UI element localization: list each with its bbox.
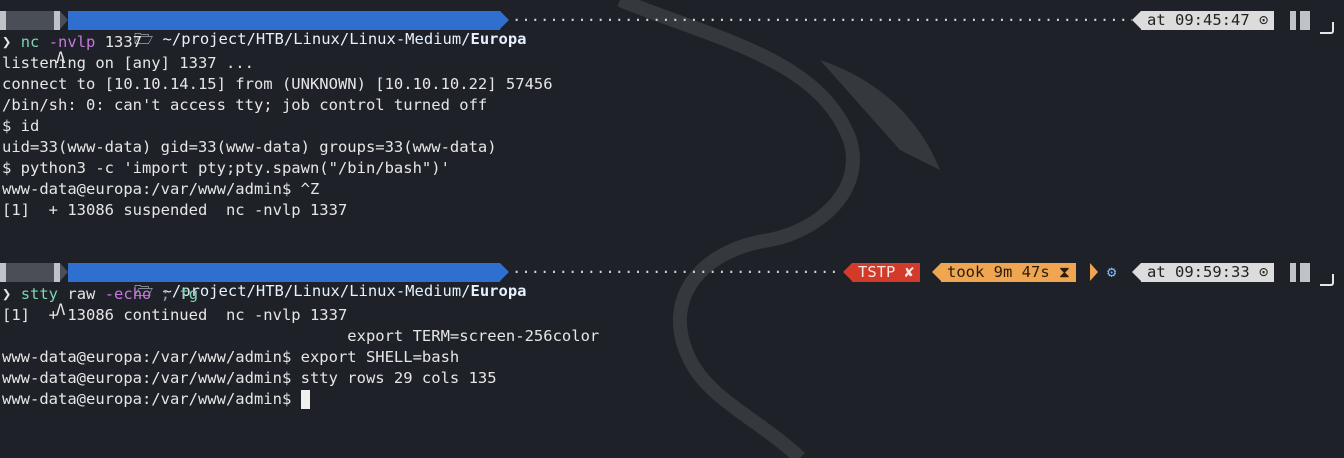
output-line: [1] + 13086 continued nc -nvlp 1337 [2,306,348,324]
exit-status-segment: TSTP ✘ [852,263,920,282]
time-segment: at 09:59:33 ⊙ [1141,263,1275,282]
output-line: listening on [any] 1337 ... [2,54,254,72]
active-input-line[interactable]: www-data@europa:/var/www/admin$ [2,389,310,410]
directory-current: Europa [470,282,527,300]
kali-dragon-watermark [617,0,940,458]
prompt-fill-dots: ········································… [512,11,1132,29]
os-segment: Λ [0,11,65,67]
output-line: connect to [10.10.14.15] from (UNKNOWN) … [2,75,553,93]
prompt-arrow-icon: ❯ [2,285,12,303]
output-line: www-data@europa:/var/www/admin$ ^Z [2,180,320,198]
prompt-bar-2: Λ 🗁 ~/project/HTB/Linux/Linux-Medium/Eur… [0,263,1322,319]
prompt-bar-1: Λ 🗁 ~/project/HTB/Linux/Linux-Medium/Eur… [0,11,1322,67]
terminal-window[interactable]: Λ 🗁 ~/project/HTB/Linux/Linux-Medium/Eur… [0,0,1344,458]
command-line-2: ❯ stty raw -echo ; fg [2,284,198,305]
directory-segment: 🗁 ~/project/HTB/Linux/Linux-Medium/Europ… [68,11,527,48]
command-name: stty [20,285,59,303]
prompt-corner-2 [1320,274,1334,286]
directory-path: 🗁 ~/project/HTB/Linux/Linux-Medium/ [134,30,471,48]
directory-segment: 🗁 ~/project/HTB/Linux/Linux-Medium/Europ… [68,263,527,300]
command-fg: fg [179,285,199,303]
command-flags: -nvlp [48,33,96,51]
shell-prompt: www-data@europa:/var/www/admin$ [2,390,301,408]
duration-segment: took 9m 47s ⧗ [941,263,1076,282]
prompt-fill-dots: ········································… [512,263,842,281]
output-line: uid=33(www-data) gid=33(www-data) groups… [2,138,497,156]
command-name: nc [20,33,40,51]
gear-icon: ⚙ [1107,263,1117,281]
output-line: /bin/sh: 0: can't access tty; job contro… [2,96,488,114]
output-line: $ python3 -c 'import pty;pty.spawn("/bin… [2,159,450,177]
prompt-arrow-icon: ❯ [2,33,12,51]
command-flags: -echo [104,285,152,303]
prompt-corner-1 [1320,22,1334,34]
directory-current: Europa [470,30,527,48]
command-arg: raw [67,285,96,303]
time-segment: at 09:45:47 ⊙ [1141,11,1275,30]
output-line: www-data@europa:/var/www/admin$ stty row… [2,369,497,387]
os-segment: Λ [0,263,65,319]
output-line: www-data@europa:/var/www/admin$ export S… [2,348,460,366]
output-line: export TERM=screen-256color [2,327,600,345]
command-separator: ; [160,285,171,303]
command-arg: 1337 [104,33,143,51]
output-line: [1] + 13086 suspended nc -nvlp 1337 [2,201,348,219]
output-line: $ id [2,117,40,135]
text-cursor[interactable] [300,390,310,409]
command-line-1: ❯ nc -nvlp 1337 [2,32,142,53]
